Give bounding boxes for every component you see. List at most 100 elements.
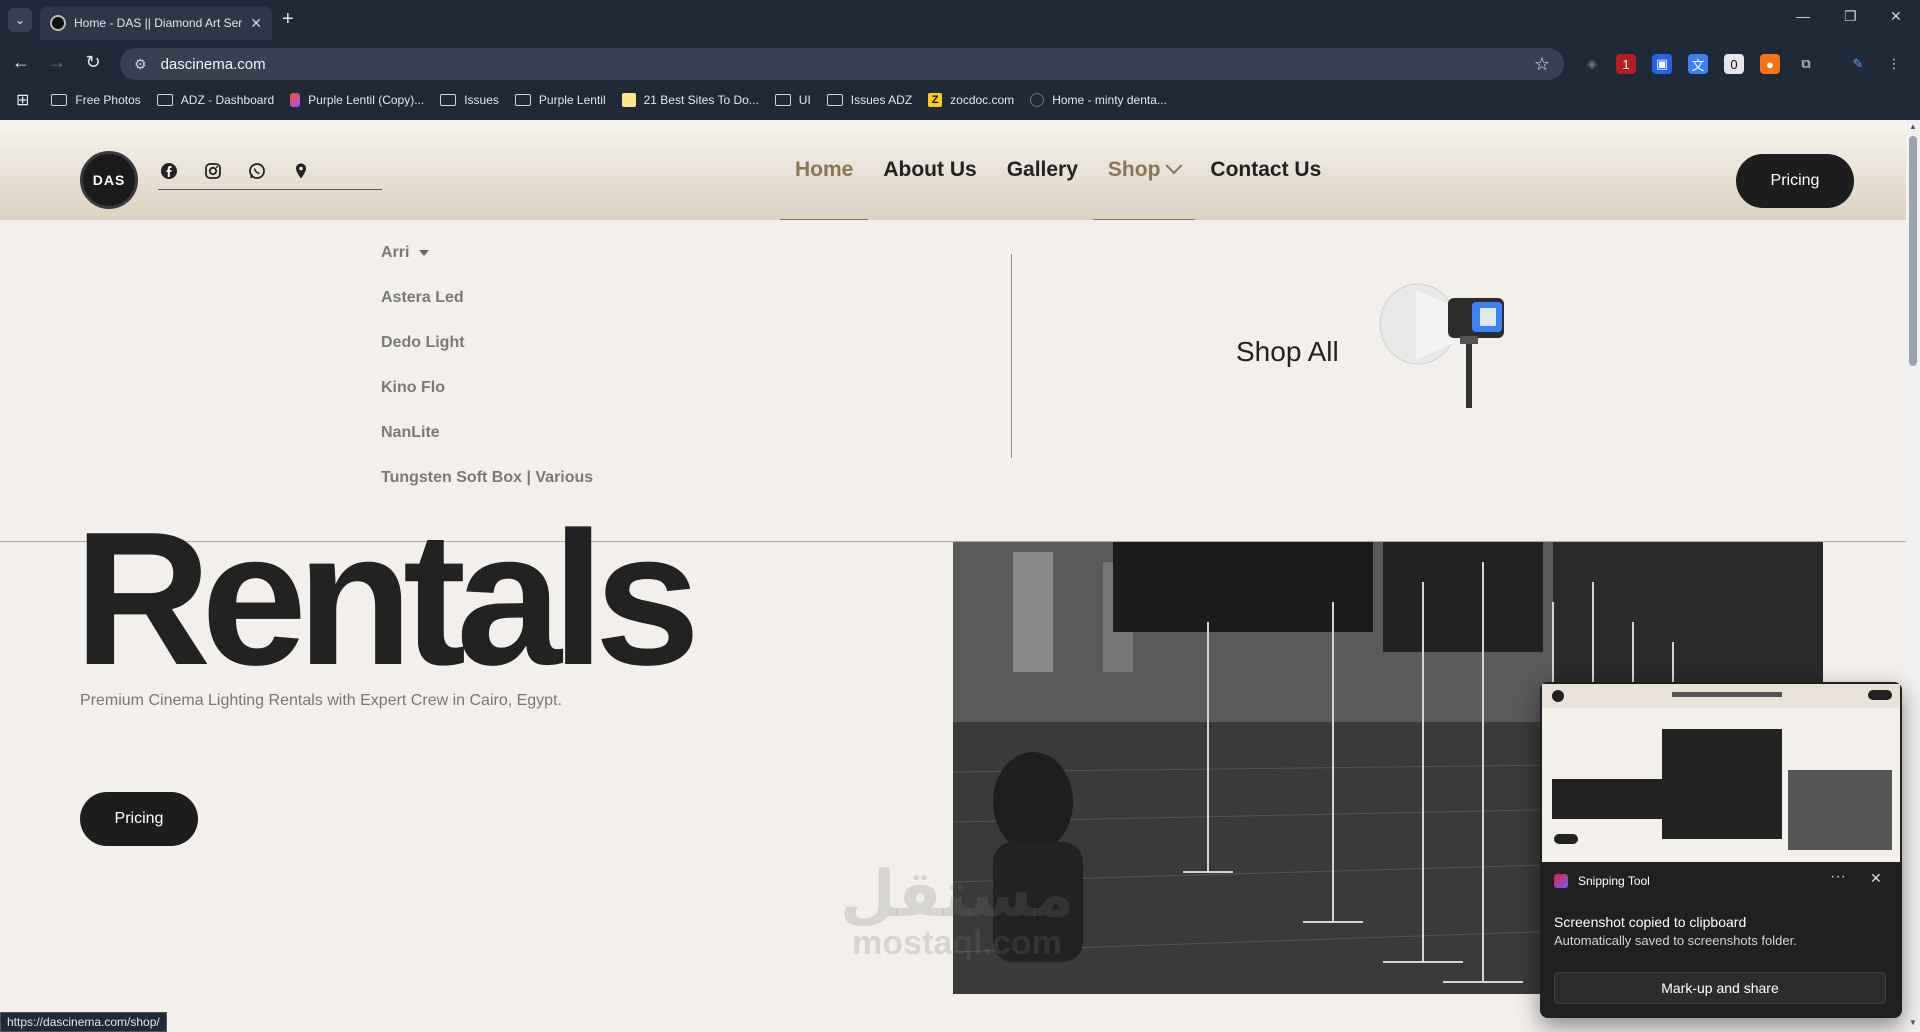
- nav-contact[interactable]: Contact Us: [1195, 120, 1336, 220]
- restore-icon[interactable]: ❐: [1844, 8, 1857, 25]
- whatsapp-icon[interactable]: [248, 162, 266, 180]
- nav-home[interactable]: Home: [780, 120, 869, 220]
- bookmark-item[interactable]: Home - minty denta...: [1030, 93, 1167, 107]
- reload-button[interactable]: ↻: [82, 52, 104, 73]
- bookmark-label: Free Photos: [75, 93, 141, 107]
- tab-search-button[interactable]: ⌄: [8, 8, 32, 32]
- bookmark-item[interactable]: Issues ADZ: [826, 93, 912, 107]
- forward-button[interactable]: →: [46, 52, 68, 73]
- nav-contact-label: Contact Us: [1210, 158, 1322, 181]
- bookmark-item[interactable]: 21 Best Sites To Do...: [621, 93, 759, 107]
- more-options-icon[interactable]: ···: [1830, 868, 1846, 886]
- extension-shield-icon[interactable]: ▣: [1652, 54, 1672, 74]
- header-pricing-button[interactable]: Pricing: [1736, 154, 1854, 208]
- nav-gallery[interactable]: Gallery: [992, 120, 1093, 220]
- bookmark-label: UI: [798, 93, 811, 107]
- category-label: Arri: [381, 243, 410, 261]
- site-info-icon[interactable]: ⚙: [134, 56, 147, 73]
- bookmark-item[interactable]: ADZ - Dashboard: [156, 93, 275, 107]
- toast-body: Automatically saved to screenshots folde…: [1554, 933, 1797, 948]
- main-navigation: Home About Us Gallery Shop Contact Us: [780, 120, 1336, 220]
- instagram-icon[interactable]: [204, 162, 222, 180]
- bookmark-item[interactable]: Purple Lentil: [514, 93, 606, 107]
- shop-all-link[interactable]: Shop All: [1236, 336, 1339, 368]
- translate-extension-icon[interactable]: 文: [1688, 54, 1708, 74]
- bookmark-item[interactable]: UI: [774, 93, 811, 107]
- brush-extension-icon[interactable]: ✎: [1848, 54, 1868, 74]
- snipping-tool-icon: [1554, 874, 1568, 888]
- facebook-icon[interactable]: [160, 162, 178, 180]
- new-tab-button[interactable]: +: [282, 8, 294, 31]
- status-bar-url: https://dascinema.com/shop/: [0, 1012, 167, 1032]
- category-label: Astera Led: [381, 288, 464, 306]
- category-dedo-light[interactable]: Dedo Light: [381, 320, 593, 365]
- address-bar[interactable]: ⚙ dascinema.com ☆: [120, 48, 1564, 80]
- category-astera-led[interactable]: Astera Led: [381, 275, 593, 320]
- social-links: [158, 162, 382, 190]
- bookmark-item[interactable]: Free Photos: [51, 93, 141, 107]
- category-label: Tungsten Soft Box | Various: [381, 468, 594, 486]
- minimize-icon[interactable]: —: [1796, 8, 1810, 24]
- markup-share-label: Mark-up and share: [1661, 980, 1779, 996]
- hero-pricing-button[interactable]: Pricing: [80, 792, 198, 846]
- globe-icon: [1030, 93, 1045, 107]
- browser-chrome: ⌄ Home - DAS || Diamond Art Ser ✕ + — ❐ …: [0, 0, 1920, 120]
- toast-title: Screenshot copied to clipboard: [1554, 914, 1747, 930]
- browser-tab-active[interactable]: Home - DAS || Diamond Art Ser ✕: [40, 6, 272, 40]
- bookmark-label: Issues: [464, 93, 499, 107]
- back-button[interactable]: ←: [10, 52, 32, 73]
- markup-share-button[interactable]: Mark-up and share: [1554, 972, 1886, 1004]
- scroll-down-icon[interactable]: ▼: [1908, 1018, 1918, 1027]
- bookmark-label: Purple Lentil (Copy)...: [308, 93, 425, 107]
- browser-toolbar: ← → ↻ ⚙ dascinema.com ☆ ◈ 1 ▣ 文 0 ● ⧉ ✎ …: [0, 44, 1920, 82]
- tab-strip: ⌄ Home - DAS || Diamond Art Ser ✕ + — ❐ …: [0, 0, 1920, 40]
- nav-shop[interactable]: Shop: [1092, 120, 1196, 220]
- category-arri[interactable]: Arri: [381, 230, 593, 275]
- close-icon[interactable]: ✕: [1870, 870, 1882, 887]
- screenshot-thumbnail[interactable]: [1542, 684, 1900, 862]
- scroll-up-icon[interactable]: ▲: [1908, 122, 1918, 131]
- extension-cookie-icon[interactable]: ●: [1760, 54, 1780, 74]
- close-tab-icon[interactable]: ✕: [250, 15, 262, 32]
- bookmark-item[interactable]: Issues: [440, 93, 499, 107]
- folder-icon: [440, 94, 457, 106]
- browser-menu-icon[interactable]: ⋮: [1884, 54, 1904, 74]
- page-scrollbar[interactable]: ▲ ▼: [1906, 120, 1920, 1032]
- toast-app-name: Snipping Tool: [1578, 874, 1650, 888]
- site-header: DAS Home About Us Gallery Shop Contact U…: [0, 120, 1906, 220]
- toast-header: Snipping Tool: [1554, 874, 1650, 888]
- bookmark-label: Home - minty denta...: [1052, 93, 1167, 107]
- shop-all-label: Shop All: [1236, 336, 1339, 367]
- watermark: مستقل mostaql.com: [840, 862, 1074, 960]
- menu-divider: [1011, 254, 1012, 458]
- close-window-icon[interactable]: ✕: [1890, 8, 1902, 25]
- bookmark-item[interactable]: Zzocdoc.com: [928, 93, 1014, 107]
- url-text: dascinema.com: [160, 55, 266, 73]
- extensions-puzzle-icon[interactable]: ⧉: [1796, 54, 1816, 74]
- extension-puzzle-muted-icon[interactable]: ◈: [1582, 54, 1602, 74]
- category-label: NanLite: [381, 423, 440, 441]
- nav-shop-label: Shop: [1107, 158, 1161, 181]
- site-favicon-icon: [50, 15, 66, 31]
- bookmark-item[interactable]: Purple Lentil (Copy)...: [290, 93, 424, 107]
- hero-subtitle: Premium Cinema Lighting Rentals with Exp…: [80, 692, 562, 709]
- apps-grid-icon[interactable]: ⊞: [16, 90, 29, 110]
- category-kino-flo[interactable]: Kino Flo: [381, 365, 593, 410]
- nav-about[interactable]: About Us: [868, 120, 991, 220]
- caret-down-icon: [419, 249, 430, 256]
- bookmark-star-icon[interactable]: ☆: [1534, 54, 1550, 75]
- site-logo[interactable]: DAS: [80, 151, 138, 209]
- light-fixture-image[interactable]: [1376, 280, 1526, 420]
- category-label: Dedo Light: [381, 333, 465, 351]
- extension-badge-icon[interactable]: 1: [1616, 54, 1636, 74]
- folder-icon: [826, 94, 843, 106]
- scrollbar-thumb[interactable]: [1909, 136, 1917, 366]
- logo-text: DAS: [92, 172, 126, 188]
- location-pin-icon[interactable]: [292, 162, 310, 180]
- bookmark-label: ADZ - Dashboard: [180, 93, 275, 107]
- nav-gallery-label: Gallery: [1006, 158, 1078, 181]
- snipping-tool-notification[interactable]: Snipping Tool ··· ✕ Screenshot copied to…: [1540, 682, 1902, 1018]
- category-nanlite[interactable]: NanLite: [381, 410, 593, 455]
- bookmark-label: zocdoc.com: [950, 93, 1015, 107]
- extension-chat-icon[interactable]: 0: [1724, 54, 1744, 74]
